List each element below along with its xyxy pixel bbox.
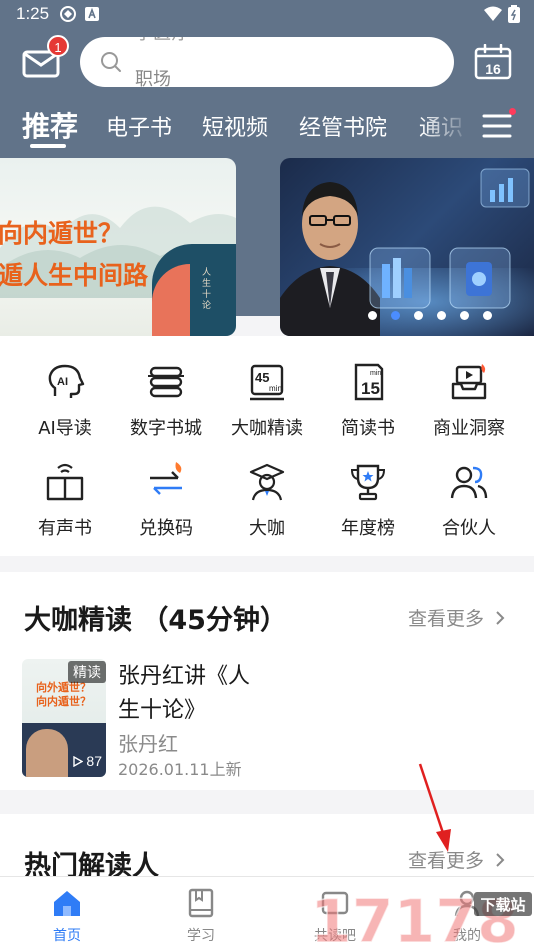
ai-head-icon: AI (48, 364, 85, 398)
banner-book-cover: 人生十论 (152, 244, 236, 336)
tabs-fade (420, 104, 472, 152)
menu-icon[interactable] (481, 112, 513, 140)
wifi-icon (484, 6, 502, 21)
tab-short-video[interactable]: 短视频 (202, 110, 268, 142)
nav-study[interactable]: 学习 (134, 877, 268, 950)
carousel-dot[interactable] (437, 311, 446, 320)
quick-item-label: 有声书 (38, 518, 92, 539)
graduate-icon (249, 463, 285, 501)
book-cover-red-shape (152, 264, 190, 336)
book-card-date: 2026.01.11上新 (118, 760, 242, 779)
book-card-title[interactable]: 张丹红讲《人生十论》 (118, 660, 268, 728)
quick-item-audiobook[interactable]: 有声书 (15, 462, 115, 546)
quick-item-label: AI导读 (38, 418, 92, 439)
menu-notification-dot (509, 108, 516, 115)
watermark-sub: 下载站 (480, 896, 525, 914)
search-icon (101, 52, 121, 72)
audio-book-icon (46, 463, 84, 501)
svg-text:min: min (370, 370, 381, 377)
carousel-indicator (368, 311, 498, 321)
svg-text:15: 15 (361, 379, 380, 398)
trophy-icon (350, 464, 386, 501)
search-input[interactable]: 学医疗 职场 (80, 37, 454, 87)
carousel-dot[interactable] (483, 311, 492, 320)
cover-headline-2: 向内遁世？ (36, 695, 91, 708)
book-card-cover[interactable]: 向外遁世？ 向内遁世？ 精读 87 (22, 659, 106, 777)
quick-item-digital-bookstore[interactable]: 数字书城 (116, 362, 216, 446)
carousel-dot[interactable] (460, 311, 469, 320)
quick-item-partners[interactable]: 合伙人 (419, 462, 519, 546)
quick-item-label: 商业洞察 (433, 418, 505, 439)
svg-text:min: min (269, 384, 282, 393)
svg-text:45: 45 (255, 370, 269, 385)
site-watermark-logo: 17178 下载站 (310, 886, 532, 950)
chevron-right-icon (496, 853, 505, 867)
home-icon (54, 891, 80, 916)
mail-badge: 1 (47, 35, 69, 57)
cover-author-portrait (26, 729, 68, 777)
tab-recommend[interactable]: 推荐 (22, 105, 78, 145)
quick-item-redeem-code[interactable]: 兑换码 (116, 462, 216, 546)
see-more-link[interactable]: 查看更多 (408, 846, 506, 873)
banner-card-prev[interactable]: 向内遁世？ 遁人生中间路 人生十论 (0, 158, 236, 336)
quick-item-label: 年度榜 (341, 518, 395, 539)
quick-item-experts[interactable]: 大咖 (217, 462, 317, 546)
chart-panel-illustration (480, 168, 530, 208)
quick-item-ai-guide[interactable]: AI AI导读 (15, 362, 115, 446)
carousel-dot[interactable] (414, 311, 423, 320)
banner-headline-1: 向内遁世？ (0, 219, 124, 248)
search-rolling-hint-prev: 学医疗 (135, 37, 189, 45)
inbox-play-icon (451, 364, 487, 400)
banner-headline-2: 遁人生中间路 (0, 261, 149, 290)
play-count-value: 87 (86, 753, 102, 769)
carousel-dot-active[interactable] (391, 311, 400, 320)
quick-item-expert-reading[interactable]: 45 min 大咖精读 (217, 362, 317, 446)
quick-item-label: 数字书城 (130, 418, 202, 439)
hot-interpreters-section: 热门解读人 查看更多 (0, 814, 534, 876)
font-a-icon (85, 7, 99, 21)
tab-indicator (30, 144, 66, 148)
chevron-right-icon (496, 611, 505, 625)
book-stack-icon (148, 366, 184, 398)
quick-item-business-insight[interactable]: 商业洞察 (419, 362, 519, 446)
calendar-day: 16 (485, 61, 501, 77)
see-more-label: 查看更多 (408, 608, 485, 630)
quick-item-annual-ranking[interactable]: 年度榜 (318, 462, 418, 546)
nav-label: 学习 (187, 928, 215, 944)
play-count: 87 (72, 753, 102, 769)
battery-icon (508, 5, 520, 23)
see-more-link[interactable]: 查看更多 (408, 604, 506, 631)
quick-item-label: 大咖精读 (231, 418, 303, 439)
book-card-author: 张丹红 (118, 732, 178, 756)
see-more-label: 查看更多 (408, 850, 485, 872)
status-time: 1:25 (16, 4, 50, 23)
quick-item-label: 合伙人 (442, 518, 496, 539)
search-placeholder: 职场 (135, 69, 171, 87)
svg-text:AI: AI (57, 376, 68, 388)
tab-ebooks[interactable]: 电子书 (106, 110, 172, 142)
45min-icon: 45 min (250, 364, 284, 401)
quick-item-label: 大咖 (249, 518, 285, 539)
quick-menu: AI AI导读 数字书城 45 min 大咖精读 min 15 简读书 商业洞察… (0, 336, 534, 556)
quick-item-label: 简读书 (341, 418, 395, 439)
play-icon (72, 755, 83, 768)
15min-icon: min 15 (354, 363, 384, 401)
nav-label: 首页 (53, 928, 81, 944)
banner-card-current[interactable] (280, 158, 534, 336)
quick-item-brief-reading[interactable]: min 15 简读书 (318, 362, 418, 446)
book-cover-title: 人生十论 (202, 268, 212, 311)
status-bar: 1:25 (0, 0, 534, 28)
sync-icon (60, 6, 76, 22)
exchange-icon (150, 462, 182, 495)
carousel-dot[interactable] (368, 311, 377, 320)
section-title: 大咖精读 （45分钟） (24, 605, 287, 636)
section-title: 热门解读人 (24, 851, 159, 876)
partners-icon (450, 466, 488, 499)
tab-business-academy[interactable]: 经管书院 (299, 110, 387, 142)
calendar-icon[interactable]: 16 (474, 44, 512, 80)
nav-home[interactable]: 首页 (0, 877, 134, 950)
quick-item-label: 兑换码 (139, 518, 193, 539)
study-icon (188, 888, 214, 918)
card-tag: 精读 (68, 661, 106, 683)
